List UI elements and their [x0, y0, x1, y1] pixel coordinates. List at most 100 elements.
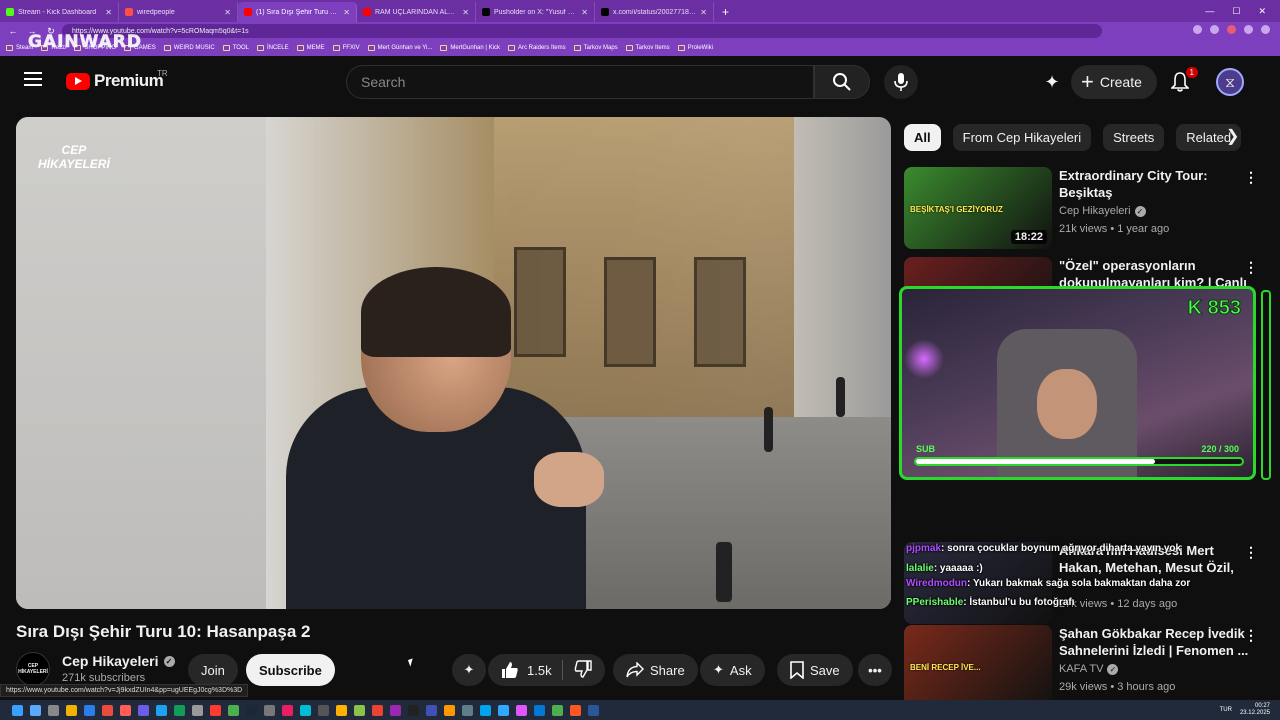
browser-tab[interactable]: Pusholder on X: "Yusuf Güney: "Bi✕ [476, 2, 595, 22]
bookmark-item[interactable]: WEIRD MUSIC [163, 45, 215, 51]
taskbar-app-icon[interactable] [390, 704, 401, 716]
bookmark-item[interactable]: Tarkov Items [625, 45, 670, 51]
taskbar-app-icon[interactable] [534, 704, 545, 716]
account-avatar[interactable]: ⧖ [1216, 68, 1244, 96]
taskbar-app-icon[interactable] [498, 704, 509, 716]
menu-icon[interactable] [24, 72, 42, 86]
ask-button[interactable]: ✦ Ask [700, 654, 765, 686]
start-icon[interactable] [12, 704, 23, 716]
taskbar-app-icon[interactable] [30, 704, 41, 716]
browser-tab[interactable]: RAM UÇLARINDAN ALTIN ÇIKARI✕ [357, 2, 476, 22]
bookmark-item[interactable]: MertGunhan | Kick [440, 45, 500, 51]
bookmark-item[interactable]: Tarkov Maps [573, 45, 618, 51]
tab-close-icon[interactable]: ✕ [224, 8, 231, 17]
taskbar-app-icon[interactable] [282, 704, 293, 716]
extension-icon[interactable] [1227, 25, 1236, 34]
taskbar-app-icon[interactable] [120, 704, 131, 716]
recommended-channel[interactable]: KAFA TV ✓ [1059, 663, 1119, 675]
taskbar-app-icon[interactable] [102, 704, 113, 716]
bookmark-item[interactable]: Arc Raiders Items [507, 45, 566, 51]
close-window-icon[interactable]: ✕ [1258, 6, 1266, 17]
extension-icon[interactable] [1210, 25, 1219, 34]
subscribe-button[interactable]: Subscribe [246, 654, 335, 686]
filter-chip[interactable]: All [904, 124, 941, 151]
taskbar-app-icon[interactable] [480, 704, 491, 716]
tab-close-icon[interactable]: ✕ [462, 8, 469, 17]
more-vert-icon[interactable]: ⋮ [1244, 544, 1258, 561]
clock[interactable]: 00:27 23.12.2025 [1240, 703, 1270, 717]
tab-close-icon[interactable]: ✕ [700, 8, 707, 17]
taskbar-app-icon[interactable] [192, 704, 203, 716]
recommended-video[interactable]: BENİ RECEP İVE... Şahan Gökbakar Recep İv… [904, 625, 1274, 710]
back-icon[interactable]: ← [8, 26, 18, 36]
more-actions-button[interactable]: ••• [858, 654, 892, 686]
ai-sparkle-button[interactable]: ✦ [1037, 67, 1067, 97]
taskbar-app-icon[interactable] [372, 704, 383, 716]
url-field[interactable]: https://www.youtube.com/watch?v=5cROMaqm… [62, 24, 1102, 38]
taskbar-app-icon[interactable] [588, 704, 599, 716]
filter-chip[interactable]: Streets [1103, 124, 1165, 151]
like-button[interactable]: 1.5k [501, 661, 552, 679]
join-button[interactable]: Join [188, 654, 238, 686]
browser-tab[interactable]: wiredpeople ✕ [119, 2, 238, 22]
create-button[interactable]: + Create [1071, 65, 1157, 99]
filter-chip[interactable]: From Cep Hikayeleri [952, 124, 1092, 151]
taskbar-app-icon[interactable] [66, 704, 77, 716]
taskbar-app-icon[interactable] [156, 704, 167, 716]
browser-tab[interactable]: (1) Sıra Dışı Şehir Turu 10: Has✕ [238, 2, 357, 22]
search-button[interactable] [814, 65, 870, 99]
youtube-logo[interactable]: Premium TR [66, 69, 168, 91]
more-vert-icon[interactable]: ⋮ [1244, 169, 1258, 186]
dislike-button[interactable] [574, 659, 592, 681]
taskbar-app-icon[interactable] [84, 704, 95, 716]
taskbar-app-icon[interactable] [318, 704, 329, 716]
minimize-icon[interactable]: — [1205, 6, 1214, 16]
taskbar-app-icon[interactable] [138, 704, 149, 716]
channel-avatar[interactable]: CEP HİKAYELERİ [16, 652, 50, 686]
maximize-icon[interactable]: ☐ [1232, 6, 1240, 17]
taskbar-app-icon[interactable] [48, 704, 59, 716]
chevron-right-icon[interactable]: ❯ [1226, 126, 1239, 146]
taskbar-app-icon[interactable] [264, 704, 275, 716]
tab-close-icon[interactable]: ✕ [343, 8, 350, 17]
taskbar-app-icon[interactable] [246, 704, 257, 716]
ai-button[interactable]: ✦ [452, 654, 486, 686]
taskbar-app-icon[interactable] [444, 704, 455, 716]
more-vert-icon[interactable]: ⋮ [1244, 259, 1258, 276]
taskbar-app-icon[interactable] [462, 704, 473, 716]
bookmark-item[interactable]: ProleWiki [677, 45, 713, 51]
bookmark-item[interactable]: TOOL [222, 45, 249, 51]
channel-name[interactable]: Cep Hikayeleri ✓ [62, 653, 175, 669]
browser-tab[interactable]: x.com/i/status/20027718625443✕ [595, 2, 714, 22]
bookmark-item[interactable]: FFXIV [332, 45, 360, 51]
taskbar-app-icon[interactable] [336, 704, 347, 716]
share-button[interactable]: Share [613, 654, 698, 686]
video-player[interactable]: CEP HİKAYELERİ [16, 117, 891, 609]
extension-icon[interactable] [1193, 25, 1202, 34]
search-input[interactable]: Search [346, 65, 814, 99]
extension-icon[interactable] [1244, 25, 1253, 34]
taskbar-app-icon[interactable] [570, 704, 581, 716]
profile-icon[interactable] [1261, 25, 1270, 34]
save-button[interactable]: Save [777, 654, 853, 686]
tab-close-icon[interactable]: ✕ [105, 8, 112, 17]
voice-search-button[interactable] [884, 65, 918, 99]
recommended-video[interactable]: BEŞİKTAŞ'I GEZİYORUZ 18:22 Extraordinary C… [904, 167, 1274, 252]
video-thumbnail[interactable]: BENİ RECEP İVE... [904, 625, 1052, 707]
taskbar-app-icon[interactable] [228, 704, 239, 716]
new-tab-button[interactable]: + [714, 2, 737, 22]
taskbar-app-icon[interactable] [516, 704, 527, 716]
browser-tab[interactable]: Stream - Kick Dashboard ✕ [0, 2, 119, 22]
recommended-channel[interactable]: Cep Hikayeleri ✓ [1059, 205, 1146, 217]
bookmark-item[interactable]: İNCELE [256, 45, 289, 51]
video-thumbnail[interactable]: BEŞİKTAŞ'I GEZİYORUZ 18:22 [904, 167, 1052, 249]
taskbar-app-icon[interactable] [300, 704, 311, 716]
notifications-button[interactable]: 1 [1165, 67, 1198, 97]
bookmark-item[interactable]: MEME [296, 45, 325, 51]
taskbar-app-icon[interactable] [174, 704, 185, 716]
taskbar-app-icon[interactable] [408, 704, 419, 716]
more-vert-icon[interactable]: ⋮ [1244, 627, 1258, 644]
tab-close-icon[interactable]: ✕ [581, 8, 588, 17]
taskbar-app-icon[interactable] [210, 704, 221, 716]
bookmark-item[interactable]: Mert Günhan ve Yi... [367, 45, 432, 51]
